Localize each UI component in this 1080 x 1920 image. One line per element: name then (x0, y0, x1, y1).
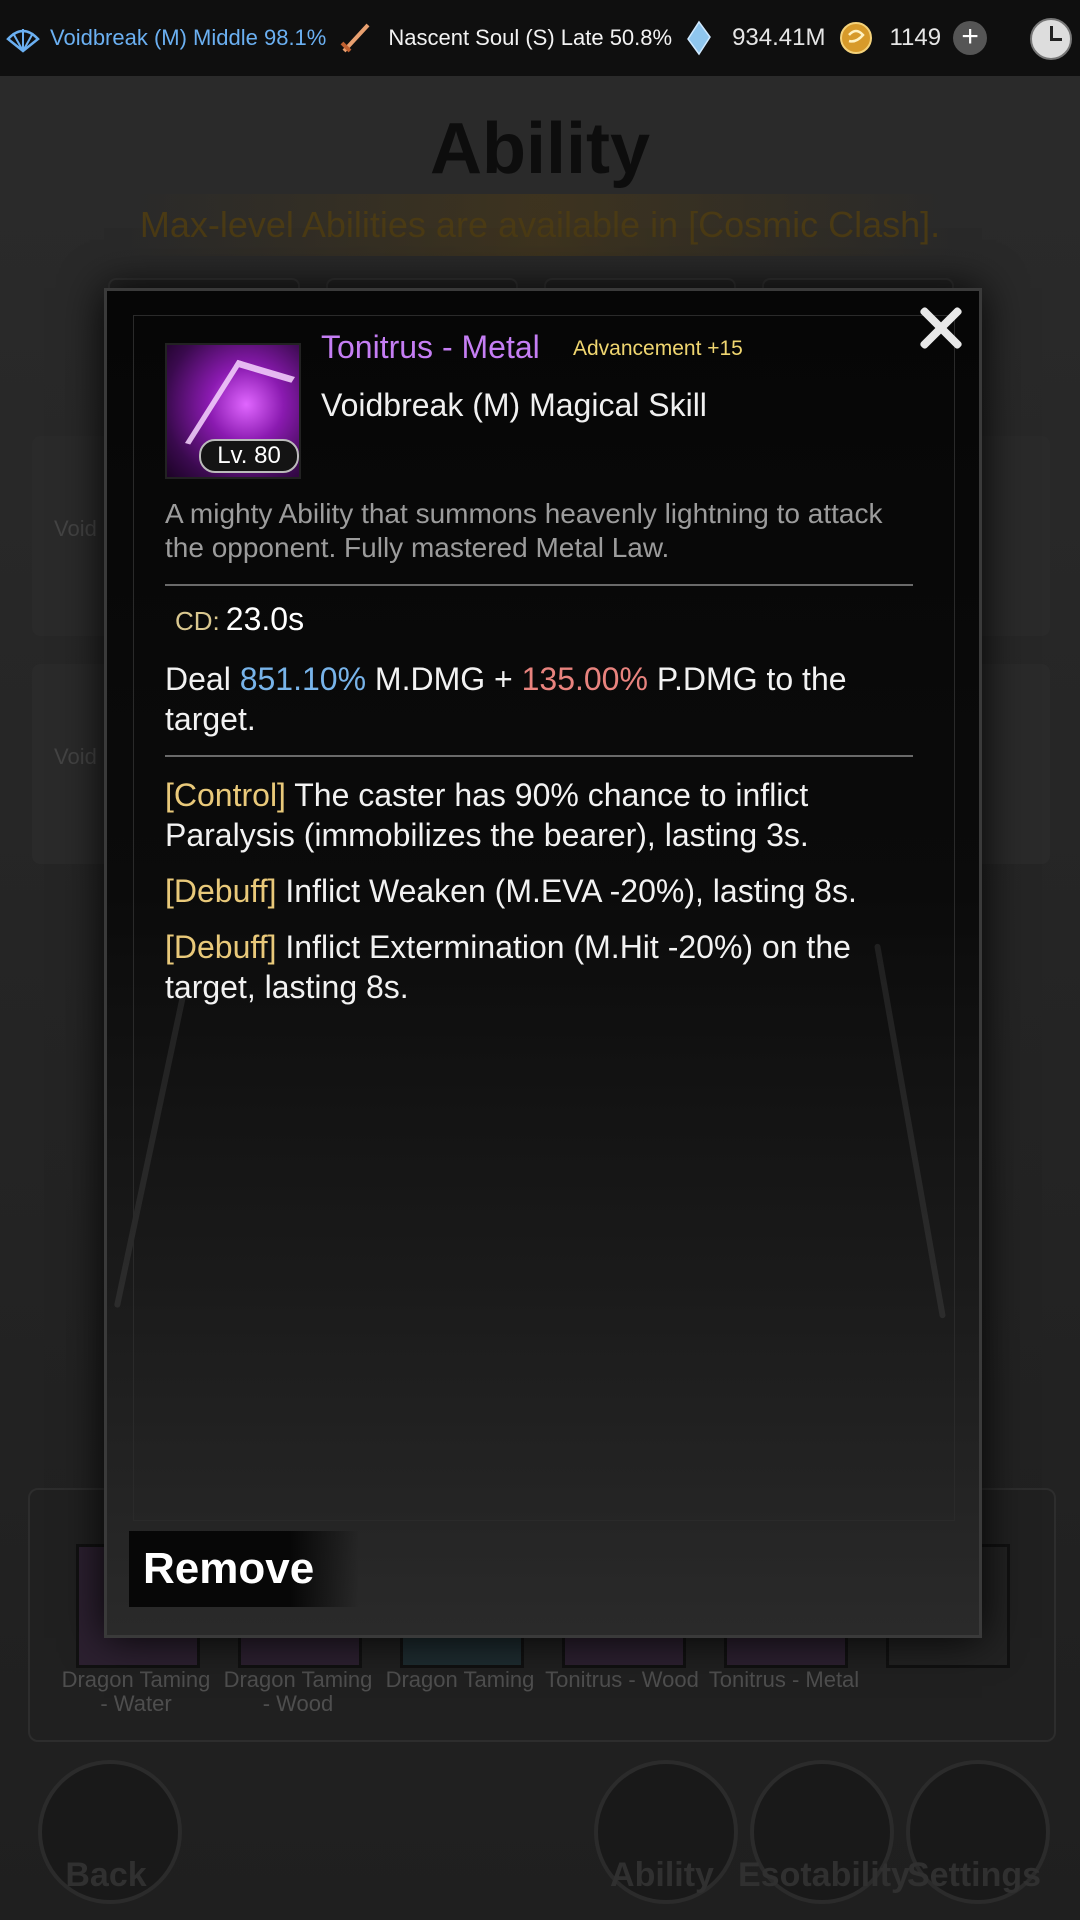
realm-status[interactable]: Voidbreak (M) Middle 98.1% (0, 19, 326, 57)
divider (165, 584, 913, 586)
ability-detail-modal: Lv. 80 Tonitrus - Metal Advancement +15 … (104, 288, 982, 1638)
effect-tag: [Debuff] (165, 929, 277, 965)
mdmg-value: 851.10% (239, 661, 367, 697)
effect-control: [Control] The caster has 90% chance to i… (165, 775, 925, 855)
effect-tag: [Control] (165, 777, 286, 813)
back-label: Back (65, 1856, 147, 1894)
skill-description: A mighty Ability that summons heavenly l… (165, 498, 883, 563)
ability-nav-label: Ability (610, 1856, 714, 1894)
skill-name: Tonitrus - Metal (321, 329, 540, 365)
level-badge: Lv. 80 (199, 439, 299, 473)
cooldown: CD: 23.0s (175, 601, 304, 638)
effect-text: Inflict Weaken (M.EVA -20%), lasting 8s. (276, 873, 857, 909)
remove-button[interactable]: Remove (129, 1531, 359, 1607)
advancement-label: Advancement +15 (573, 337, 743, 360)
gold-coin-icon (840, 22, 873, 54)
damage-text: Deal 851.10% M.DMG + 135.00% P.DMG to th… (165, 659, 915, 739)
spirit-stone-amount: 934.41M (732, 24, 826, 51)
slot-label: Dragon Taming - Water (61, 1667, 211, 1716)
page-title: Ability (429, 109, 650, 189)
gold-amount: 1149 (889, 24, 942, 51)
page-subtitle: Max-level Abilities are available in [Co… (139, 204, 941, 245)
divider (165, 755, 913, 757)
damage-prefix: Deal (165, 661, 240, 697)
soul-status[interactable]: Nascent Soul (S) Late 50.8% (326, 19, 672, 57)
plus-icon[interactable]: + (953, 21, 988, 55)
effect-debuff-extermination: [Debuff] Inflict Extermination (M.Hit -2… (165, 927, 925, 1007)
settings-nav-label: Settings (906, 1856, 1042, 1894)
mdmg-text: M.DMG + (366, 661, 522, 697)
cooldown-label: CD: (175, 606, 220, 636)
status-bar: Voidbreak (M) Middle 98.1% Nascent Soul … (0, 0, 1080, 76)
slot-label: Tonitrus - Wood (545, 1667, 699, 1692)
sword-icon (340, 23, 370, 53)
slot-label: Tonitrus - Metal (708, 1667, 860, 1692)
soul-text: Nascent Soul (S) Late 50.8% (388, 25, 673, 50)
skill-type: Voidbreak (M) Magical Skill (321, 387, 707, 423)
effect-tag: [Debuff] (165, 873, 277, 909)
esotability-nav-label: Esotability (738, 1856, 910, 1894)
modal-frame (133, 315, 955, 1521)
realm-text: Voidbreak (M) Middle 98.1% (50, 25, 327, 50)
clock-icon[interactable] (1030, 18, 1072, 60)
realm-fan-icon (6, 29, 40, 53)
gold-counter[interactable]: 1149 (825, 19, 941, 57)
effect-debuff-weaken: [Debuff] Inflict Weaken (M.EVA -20%), la… (165, 871, 925, 911)
pdmg-value: 135.00% (521, 661, 648, 697)
spirit-stone-icon (687, 20, 711, 56)
ability-card-2-text: Void (54, 744, 97, 769)
ability-card-1-text: Void (54, 516, 97, 541)
slot-label: Dragon Taming - Wood (223, 1667, 373, 1716)
spirit-stone-counter[interactable]: 934.41M (672, 19, 825, 57)
close-icon[interactable] (913, 301, 967, 355)
cooldown-value: 23.0s (225, 601, 305, 637)
slot-label: Dragon Taming (385, 1667, 535, 1692)
